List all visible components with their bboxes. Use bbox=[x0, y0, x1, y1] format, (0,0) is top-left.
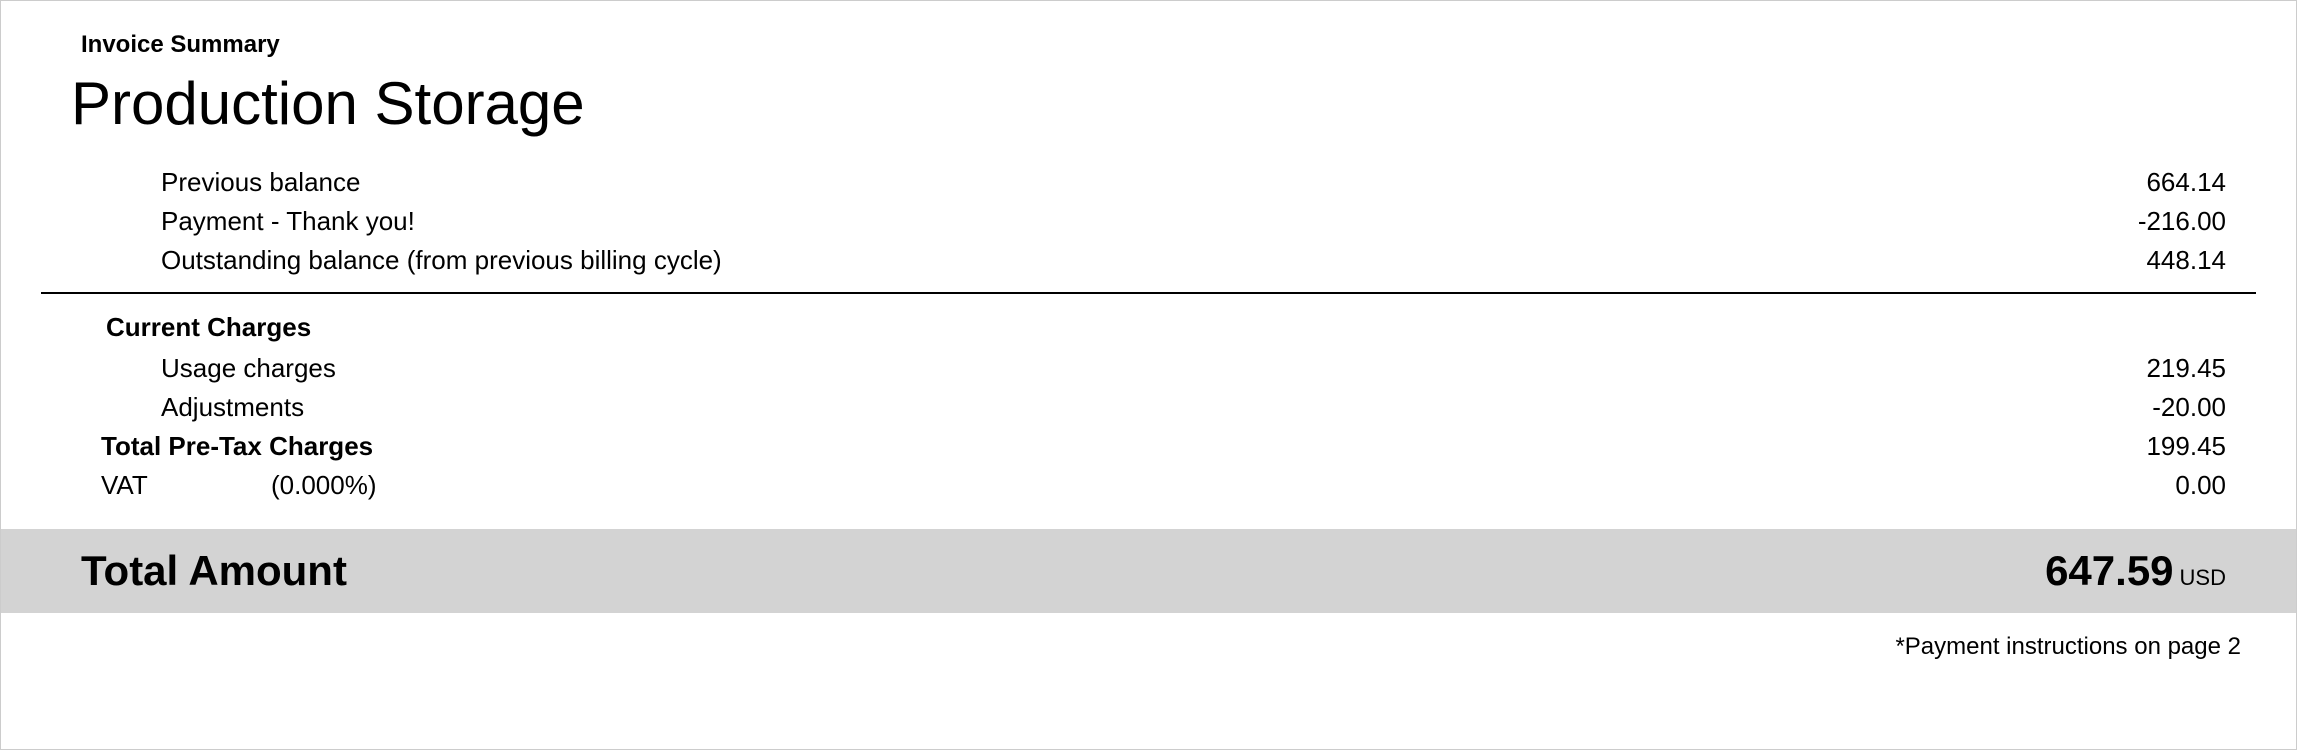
adjustments-label: Adjustments bbox=[161, 388, 2076, 427]
invoice-container: Invoice Summary Production Storage Previ… bbox=[0, 0, 2297, 750]
payment-instructions-footnote: *Payment instructions on page 2 bbox=[41, 633, 2241, 661]
pretax-total-value: 199.45 bbox=[2076, 427, 2226, 466]
usage-charges-row: Usage charges 219.45 bbox=[161, 349, 2226, 388]
outstanding-balance-value: 448.14 bbox=[2076, 241, 2226, 280]
previous-balance-section: Previous balance 664.14 Payment - Thank … bbox=[161, 163, 2226, 280]
section-label: Invoice Summary bbox=[81, 31, 2256, 59]
pretax-total-label: Total Pre-Tax Charges bbox=[101, 427, 373, 466]
adjustments-value: -20.00 bbox=[2076, 388, 2226, 427]
adjustments-row: Adjustments -20.00 bbox=[161, 388, 2226, 427]
currency-label: USD bbox=[2180, 565, 2226, 591]
usage-charges-label: Usage charges bbox=[161, 349, 2076, 388]
payment-value: -216.00 bbox=[2076, 202, 2226, 241]
section-divider bbox=[41, 292, 2256, 294]
payment-label: Payment - Thank you! bbox=[161, 202, 2076, 241]
pretax-total-row: Total Pre-Tax Charges 199.45 bbox=[101, 427, 2226, 466]
current-charges-header: Current Charges bbox=[106, 312, 2256, 343]
vat-row: VAT (0.000%) 0.00 bbox=[101, 466, 2226, 505]
page-title: Production Storage bbox=[71, 69, 2256, 138]
vat-label: VAT bbox=[101, 466, 271, 505]
payment-row: Payment - Thank you! -216.00 bbox=[161, 202, 2226, 241]
previous-balance-value: 664.14 bbox=[2076, 163, 2226, 202]
previous-balance-row: Previous balance 664.14 bbox=[161, 163, 2226, 202]
vat-rate: (0.000%) bbox=[271, 466, 2076, 505]
total-amount-value: 647.59 bbox=[2045, 547, 2173, 595]
previous-balance-label: Previous balance bbox=[161, 163, 2076, 202]
current-charges-section: Usage charges 219.45 Adjustments -20.00 bbox=[161, 349, 2226, 427]
outstanding-balance-row: Outstanding balance (from previous billi… bbox=[161, 241, 2226, 280]
outstanding-balance-label: Outstanding balance (from previous billi… bbox=[161, 241, 2076, 280]
total-amount-label: Total Amount bbox=[81, 547, 2045, 595]
vat-value: 0.00 bbox=[2076, 466, 2226, 505]
usage-charges-value: 219.45 bbox=[2076, 349, 2226, 388]
total-amount-bar: Total Amount 647.59 USD bbox=[1, 529, 2296, 613]
